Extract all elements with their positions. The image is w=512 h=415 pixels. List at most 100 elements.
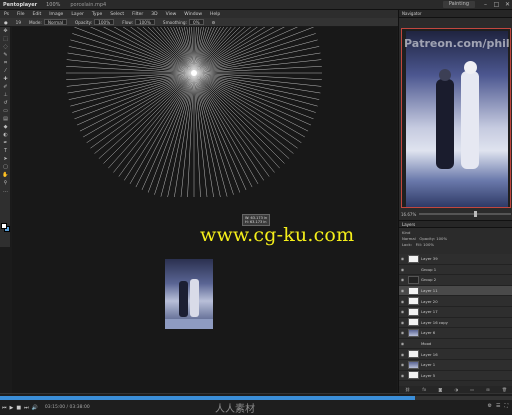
new-layer-icon[interactable]: ⊞ (486, 387, 489, 392)
layers-panel-title[interactable]: Layers (399, 220, 512, 228)
zoom-tool-icon[interactable]: ⚲ (1, 180, 10, 187)
layer-row[interactable]: ◉ Layer 16 (399, 349, 512, 360)
flow-label: Flow: (122, 19, 133, 25)
skip-forward-icon[interactable]: ⏭ (24, 405, 29, 411)
marquee-tool-icon[interactable]: ⬚ (1, 36, 10, 43)
pen-tool-icon[interactable]: ✒ (1, 140, 10, 147)
eraser-icon[interactable]: ▭ (1, 108, 10, 115)
layer-opacity-field[interactable]: 100% (436, 236, 447, 241)
layer-filter-kind[interactable]: Kind (402, 230, 410, 235)
menu-layer[interactable]: Layer (67, 12, 88, 17)
burst-ray (135, 72, 195, 188)
workspace-select[interactable]: Painting (442, 1, 475, 8)
brush-preset-icon[interactable]: ● (0, 20, 12, 25)
layer-row[interactable]: ◉ Layer 1 (399, 359, 512, 371)
menu-type[interactable]: Type (88, 12, 106, 17)
clone-stamp-icon[interactable]: ⊥ (1, 92, 10, 99)
type-tool-icon[interactable]: T (1, 148, 10, 155)
mask-icon[interactable]: ◙ (438, 387, 442, 392)
gear-icon[interactable]: ⚙ (208, 20, 220, 25)
crop-tool-icon[interactable]: ⌗ (1, 60, 10, 67)
gradient-icon[interactable]: ▤ (1, 116, 10, 123)
play-icon[interactable]: ▶ (10, 405, 14, 411)
visibility-eye-icon[interactable]: ◉ (399, 277, 406, 282)
brush-tool-icon[interactable]: ✐ (1, 84, 10, 91)
visibility-eye-icon[interactable]: ◉ (399, 341, 406, 346)
layer-row[interactable]: ◉ Layer 6 (399, 328, 512, 339)
blur-tool-icon[interactable]: ◆ (1, 124, 10, 131)
brush-size[interactable]: 19 (12, 20, 25, 25)
hand-tool-icon[interactable]: ✋ (1, 172, 10, 179)
visibility-eye-icon[interactable]: ◉ (399, 309, 406, 314)
opacity-field[interactable]: 100% (94, 19, 115, 25)
menu-ps[interactable]: Ps (0, 12, 13, 17)
adjustment-icon[interactable]: ◑ (455, 387, 459, 392)
visibility-eye-icon[interactable]: ◉ (399, 330, 406, 335)
path-select-icon[interactable]: ➤ (1, 156, 10, 163)
close-button[interactable]: ✕ (503, 1, 512, 9)
visibility-eye-icon[interactable]: ◉ (399, 299, 406, 304)
foreground-color-swatch[interactable] (1, 223, 7, 229)
history-brush-icon[interactable]: ↺ (1, 100, 10, 107)
menu-help[interactable]: Help (206, 12, 224, 17)
flow-field[interactable]: 100% (134, 19, 155, 25)
layer-row[interactable]: ◉ Layer 16 copy (399, 317, 512, 329)
settings-icon[interactable]: ⚙ (488, 403, 492, 409)
smoothing-field[interactable]: 0% (188, 19, 204, 25)
quick-select-icon[interactable]: ✎ (1, 52, 10, 59)
navigator-zoom-slider[interactable] (419, 211, 511, 217)
menu-file[interactable]: File (13, 12, 29, 17)
maximize-button[interactable]: □ (492, 1, 501, 9)
navigator-preview[interactable]: Patreon.com/phil... (401, 28, 511, 208)
layer-row[interactable]: ◉ Group 2 (399, 275, 512, 286)
visibility-eye-icon[interactable]: ◉ (399, 362, 406, 367)
menu-filter[interactable]: Filter (128, 12, 147, 17)
playlist-icon[interactable]: ☰ (496, 403, 500, 409)
layer-row[interactable]: ◉ Layer 17 (399, 306, 512, 318)
canvas-area[interactable]: W: 63.173 in H: 63.173 in www.cg-ku.com (12, 27, 397, 393)
layer-row[interactable]: ◉ Layer 39 (399, 254, 512, 265)
eyedropper-icon[interactable]: ⁄ (1, 68, 10, 75)
blend-mode-select[interactable]: Normal (402, 236, 416, 241)
move-tool-icon[interactable]: ✥ (1, 28, 10, 35)
link-layers-icon[interactable]: ⛓ (405, 387, 410, 392)
minimize-button[interactable]: – (481, 1, 490, 9)
dodge-tool-icon[interactable]: ◐ (1, 132, 10, 139)
visibility-eye-icon[interactable]: ◉ (399, 320, 406, 325)
opacity-label: Opacity: (74, 19, 93, 25)
visibility-eye-icon[interactable]: ◉ (399, 256, 406, 261)
layer-row[interactable]: ◉ Layer 11 (399, 285, 512, 297)
slider-handle[interactable] (474, 211, 478, 217)
menu-select[interactable]: Select (106, 12, 128, 17)
more-tools-icon[interactable]: … (1, 188, 10, 195)
navigator-tab[interactable]: Navigator (399, 10, 512, 18)
visibility-eye-icon[interactable]: ◉ (399, 352, 406, 357)
menu-window[interactable]: Window (180, 12, 206, 17)
trash-icon[interactable]: 🗑 (502, 387, 507, 392)
skip-back-icon[interactable]: ⏮ (2, 405, 7, 411)
fx-icon[interactable]: fx (422, 387, 426, 392)
volume-icon[interactable]: 🔊 (32, 405, 38, 411)
shape-tool-icon[interactable]: ▢ (1, 164, 10, 171)
layer-row[interactable]: ◉ Group 1 (399, 264, 512, 276)
layer-opacity-label: Opacity: (419, 236, 435, 241)
layer-row[interactable]: ◉ Layer 5 (399, 370, 512, 382)
menu-image[interactable]: Image (45, 12, 67, 17)
visibility-eye-icon[interactable]: ◉ (399, 288, 406, 293)
visibility-eye-icon[interactable]: ◉ (399, 373, 406, 378)
menu-edit[interactable]: Edit (29, 12, 46, 17)
folder-icon[interactable]: ▭ (470, 387, 474, 392)
lasso-tool-icon[interactable]: ◌ (1, 44, 10, 51)
artwork-thumbnail (165, 259, 213, 329)
menu-view[interactable]: View (162, 12, 181, 17)
layer-row[interactable]: ◉ Mood (399, 338, 512, 350)
visibility-eye-icon[interactable]: ◉ (399, 267, 406, 272)
fill-field[interactable]: 100% (423, 242, 434, 247)
mode-select[interactable]: Normal (43, 19, 67, 25)
fullscreen-icon[interactable]: ⛶ (504, 403, 508, 409)
stop-icon[interactable]: ■ (16, 405, 21, 411)
menu-3d[interactable]: 3D (147, 12, 161, 17)
layer-row[interactable]: ◉ Layer 20 (399, 296, 512, 307)
healing-brush-icon[interactable]: ✚ (1, 76, 10, 83)
progress-track[interactable] (0, 396, 512, 400)
